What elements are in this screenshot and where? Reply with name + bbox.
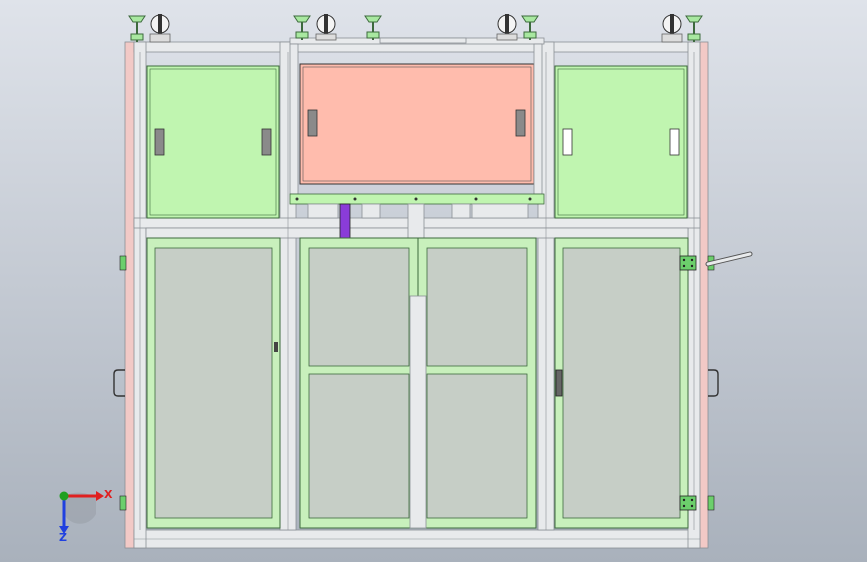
- top-center-access-panel: [299, 63, 535, 185]
- caster-wheel-2: [315, 14, 337, 41]
- caster-wheel-3: [496, 14, 518, 41]
- top-right-access-panel: [554, 65, 688, 219]
- top-rail-block: [379, 37, 467, 44]
- left-side-panel: [124, 41, 136, 549]
- y-axis-origin-marker: [59, 491, 69, 501]
- lower-center-left-door: [299, 237, 419, 529]
- caster-wheel-1: [149, 14, 171, 43]
- hinge-bottom-right: [679, 495, 697, 511]
- x-axis-label: X: [104, 488, 113, 501]
- center-mullion: [409, 295, 427, 529]
- caster-wheel-4: [661, 14, 683, 43]
- lower-right-door: [554, 237, 689, 529]
- top-left-access-panel: [146, 65, 280, 219]
- lower-center-right-door: [417, 237, 537, 529]
- purple-block: [339, 203, 351, 241]
- lower-left-door: [146, 237, 281, 529]
- cad-viewport[interactable]: X Z: [0, 0, 867, 562]
- z-axis-label: Z: [59, 531, 67, 544]
- hinge-top-right: [679, 255, 697, 271]
